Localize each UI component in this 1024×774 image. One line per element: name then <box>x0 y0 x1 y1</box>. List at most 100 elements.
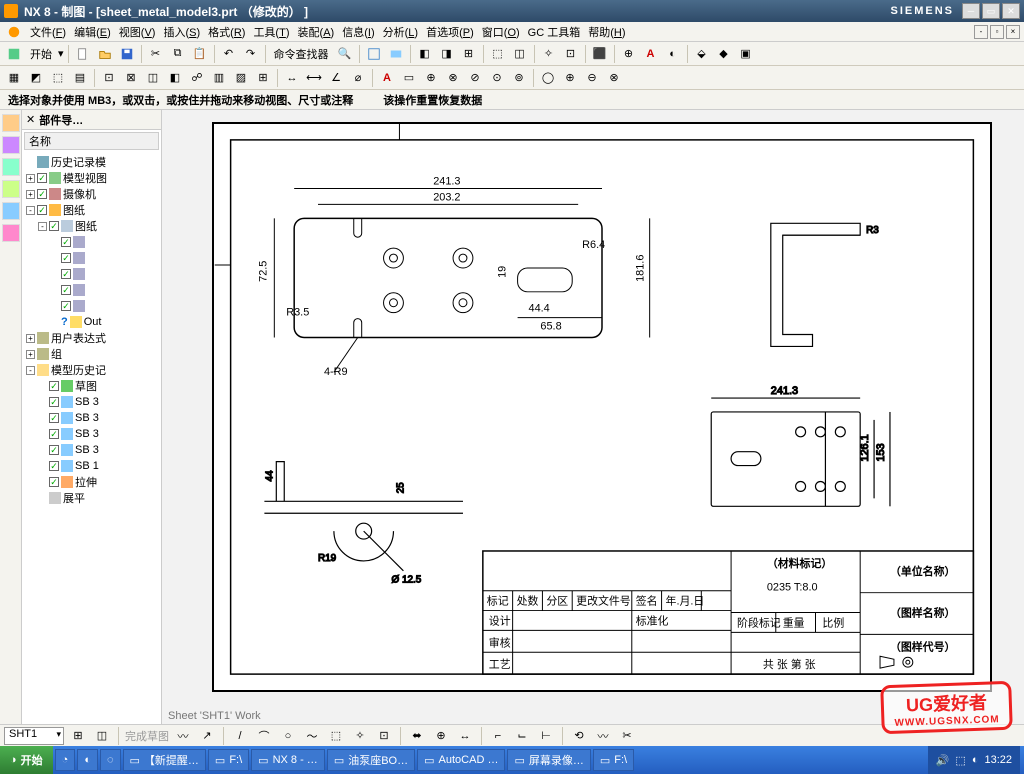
sh-h[interactable]: 〜 <box>302 726 322 746</box>
menu-item[interactable]: 插入(S) <box>159 27 204 39</box>
save-button[interactable] <box>117 44 137 64</box>
sh-s[interactable]: 〰 <box>593 726 613 746</box>
dr-d[interactable]: ▤ <box>70 68 90 88</box>
dr-l[interactable]: ⊞ <box>253 68 273 88</box>
tree-row[interactable]: 展平 <box>24 490 159 506</box>
tree-row[interactable]: ✓SB 1 <box>24 458 159 474</box>
sh-e[interactable]: / <box>230 726 250 746</box>
sheet-select[interactable]: SHT1 <box>4 727 64 745</box>
dr-o[interactable]: ∠ <box>326 68 346 88</box>
tree-row[interactable]: 历史记录模 <box>24 154 159 170</box>
redo-button[interactable]: ↷ <box>241 44 261 64</box>
rb-b-icon[interactable] <box>2 136 20 154</box>
drawing-canvas[interactable]: 241.3 203.2 72.5 44.4 65.8 19 R6.4 4-R9 … <box>162 110 1024 724</box>
start-menu-button[interactable] <box>4 44 24 64</box>
menu-item[interactable]: 首选项(P) <box>422 27 478 39</box>
tree-row[interactable]: ✓草图 <box>24 378 159 394</box>
maximize-button[interactable]: ▭ <box>982 3 1000 19</box>
sh-n[interactable]: ↔ <box>455 726 475 746</box>
tool-m[interactable]: ⬙ <box>692 44 712 64</box>
sh-j[interactable]: ✧ <box>350 726 370 746</box>
sh-r[interactable]: ⟲ <box>569 726 589 746</box>
mdi-close-button[interactable]: × <box>1006 25 1020 39</box>
paste-button[interactable]: 📋 <box>190 44 210 64</box>
tree-row[interactable]: +✓摄像机 <box>24 186 159 202</box>
dr-c[interactable]: ⬚ <box>48 68 68 88</box>
tool-k[interactable]: ⊕ <box>619 44 639 64</box>
start-button[interactable]: ◑开始 <box>0 746 53 774</box>
rb-c-icon[interactable] <box>2 158 20 176</box>
tree-row[interactable]: ✓ <box>24 298 159 314</box>
dr-z[interactable]: ⊖ <box>582 68 602 88</box>
menu-item[interactable]: 格式(R) <box>204 27 249 39</box>
sh-o[interactable]: ⌐ <box>488 726 508 746</box>
tree-row[interactable]: ✓ <box>24 234 159 250</box>
tree-row[interactable]: ✓SB 3 <box>24 442 159 458</box>
tool-i[interactable]: ⊡ <box>561 44 581 64</box>
system-tray[interactable]: 🔊⬚◐ 13:22 <box>928 746 1020 774</box>
sh-d[interactable]: ↗ <box>197 726 217 746</box>
dr-f[interactable]: ⊠ <box>121 68 141 88</box>
dr-s[interactable]: ⊕ <box>421 68 441 88</box>
sh-t[interactable]: ✂ <box>617 726 637 746</box>
dr-i[interactable]: ☍ <box>187 68 207 88</box>
tree-row[interactable]: ✓拉伸 <box>24 474 159 490</box>
nav-tree[interactable]: 历史记录模+✓模型视图+✓摄像机-✓图纸-✓图纸✓✓✓✓✓?Out+用户表达式+… <box>22 152 161 508</box>
dr-n[interactable]: ⟷ <box>304 68 324 88</box>
dr-b[interactable]: ◩ <box>26 68 46 88</box>
sh-g[interactable]: ○ <box>278 726 298 746</box>
tree-row[interactable]: +用户表达式 <box>24 330 159 346</box>
dr-u[interactable]: ⊘ <box>465 68 485 88</box>
tool-a[interactable] <box>364 44 384 64</box>
text-tool[interactable]: A <box>641 44 661 64</box>
dr-y[interactable]: ⊕ <box>560 68 580 88</box>
sh-l[interactable]: ⬌ <box>407 726 427 746</box>
tool-e[interactable]: ⊞ <box>459 44 479 64</box>
dr-p[interactable]: ⌀ <box>348 68 368 88</box>
dr-v[interactable]: ⊙ <box>487 68 507 88</box>
menu-item[interactable]: 帮助(H) <box>584 27 629 39</box>
dr-a[interactable]: ▦ <box>4 68 24 88</box>
menu-item[interactable]: 视图(V) <box>115 27 160 39</box>
rb-e-icon[interactable] <box>2 202 20 220</box>
tree-row[interactable]: ✓ <box>24 282 159 298</box>
sh-p[interactable]: ⌙ <box>512 726 532 746</box>
dr-k[interactable]: ▨ <box>231 68 251 88</box>
menu-item[interactable]: 信息(I) <box>338 27 378 39</box>
open-button[interactable] <box>95 44 115 64</box>
menu-item[interactable]: 窗口(O) <box>478 27 524 39</box>
tool-g[interactable]: ◫ <box>510 44 530 64</box>
tree-row[interactable]: -✓图纸 <box>24 218 159 234</box>
menu-item[interactable]: GC 工具箱 <box>524 27 585 39</box>
menu-item[interactable]: 分析(L) <box>379 27 422 39</box>
sh-i[interactable]: ⬚ <box>326 726 346 746</box>
sh-q[interactable]: ⊢ <box>536 726 556 746</box>
tool-d[interactable]: ◨ <box>437 44 457 64</box>
dr-h[interactable]: ◧ <box>165 68 185 88</box>
close-button[interactable]: ✕ <box>1002 3 1020 19</box>
cmd-finder-icon[interactable]: 🔍 <box>335 44 355 64</box>
dr-t[interactable]: ⊗ <box>443 68 463 88</box>
tree-row[interactable]: -✓图纸 <box>24 202 159 218</box>
dr-w[interactable]: ⊚ <box>509 68 529 88</box>
menu-item[interactable]: 编辑(E) <box>70 27 115 39</box>
menu-item[interactable]: 文件(F) <box>26 27 70 39</box>
tree-row[interactable]: -模型历史记 <box>24 362 159 378</box>
tool-o[interactable]: ▣ <box>736 44 756 64</box>
dr-x[interactable]: ◯ <box>538 68 558 88</box>
dr-e[interactable]: ⊡ <box>99 68 119 88</box>
nx-icon[interactable] <box>4 22 24 42</box>
tree-row[interactable]: ?Out <box>24 314 159 330</box>
menu-item[interactable]: 工具(T) <box>249 27 293 39</box>
rb-f-icon[interactable] <box>2 224 20 242</box>
sh-a[interactable]: ⊞ <box>68 726 88 746</box>
dr-j[interactable]: ▥ <box>209 68 229 88</box>
sh-c[interactable]: 〰 <box>173 726 193 746</box>
copy-button[interactable]: ⧉ <box>168 44 188 64</box>
nav-column-name[interactable]: 名称 <box>24 132 159 150</box>
mdi-restore-button[interactable]: ▫ <box>990 25 1004 39</box>
dr-g[interactable]: ◫ <box>143 68 163 88</box>
dr-q[interactable]: A <box>377 68 397 88</box>
tree-row[interactable]: +✓模型视图 <box>24 170 159 186</box>
tool-c[interactable]: ◧ <box>415 44 435 64</box>
